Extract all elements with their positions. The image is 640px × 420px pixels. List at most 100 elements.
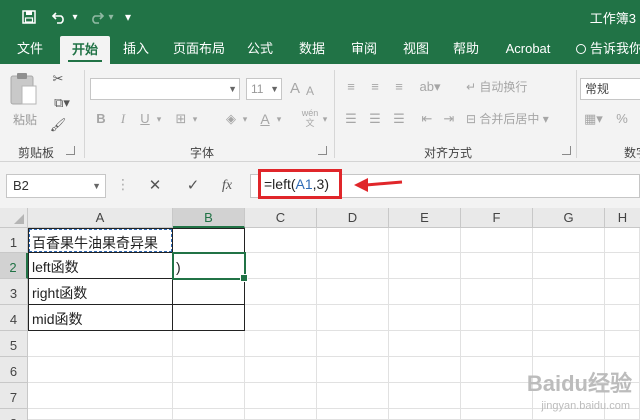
insert-function-icon[interactable]: fx	[216, 176, 238, 196]
fill-color-icon[interactable]: ◈	[222, 110, 240, 128]
tab-help[interactable]: 帮助	[446, 34, 486, 64]
tell-me-search[interactable]: 告诉我你	[576, 34, 640, 64]
cell-d1[interactable]	[317, 228, 389, 253]
column-header-b[interactable]: B	[173, 208, 245, 228]
column-header-g[interactable]: G	[533, 208, 605, 228]
cell-e2[interactable]	[389, 253, 461, 279]
save-icon[interactable]	[18, 6, 40, 28]
cell-b4[interactable]	[173, 305, 245, 331]
cell-f1[interactable]	[461, 228, 533, 253]
cell-e6[interactable]	[389, 357, 461, 383]
tab-review[interactable]: 审阅	[344, 34, 384, 64]
column-header-d[interactable]: D	[317, 208, 389, 228]
cell-b7[interactable]	[173, 383, 245, 409]
cell-b3[interactable]	[173, 279, 245, 305]
column-header-h[interactable]: H	[605, 208, 640, 228]
cell-a5[interactable]	[28, 331, 173, 357]
cell-d2[interactable]	[317, 253, 389, 279]
align-middle-icon[interactable]: ≡	[366, 78, 384, 96]
cell-c8[interactable]	[245, 409, 317, 420]
row-header-1[interactable]: 1	[0, 228, 28, 253]
cell-g1[interactable]	[533, 228, 605, 253]
phonetic-guide-icon[interactable]: wén 文	[300, 108, 320, 128]
tab-page-layout[interactable]: 页面布局	[168, 34, 230, 64]
copy-icon[interactable]: ⧉▾	[48, 94, 76, 112]
row-header-5[interactable]: 5	[0, 331, 28, 357]
cell-h4[interactable]	[605, 305, 640, 331]
align-left-icon[interactable]: ☰	[342, 110, 360, 128]
font-color-icon[interactable]: A	[258, 110, 272, 128]
cell-c4[interactable]	[245, 305, 317, 331]
italic-button[interactable]: I	[116, 110, 130, 128]
cell-b6[interactable]	[173, 357, 245, 383]
row-header-2[interactable]: 2	[0, 253, 28, 279]
cell-f6[interactable]	[461, 357, 533, 383]
cell-a6[interactable]	[28, 357, 173, 383]
number-format-select[interactable]: 常规	[580, 78, 640, 100]
cell-h5[interactable]	[605, 331, 640, 357]
font-launcher-icon[interactable]	[318, 146, 327, 155]
cell-e3[interactable]	[389, 279, 461, 305]
chevron-down-icon[interactable]: ▾	[274, 110, 284, 128]
tab-acrobat[interactable]: Acrobat	[498, 34, 558, 64]
cell-e1[interactable]	[389, 228, 461, 253]
undo-dropdown-icon[interactable]: ▾	[70, 6, 80, 28]
cancel-entry-icon[interactable]: ✕	[144, 176, 166, 196]
cell-g5[interactable]	[533, 331, 605, 357]
cell-b8[interactable]	[173, 409, 245, 420]
font-name-select[interactable]: ▼	[90, 78, 240, 100]
cell-h2[interactable]	[605, 253, 640, 279]
chevron-down-icon[interactable]: ▾	[240, 110, 250, 128]
cell-c2[interactable]	[245, 253, 317, 279]
cell-a8[interactable]	[28, 409, 173, 420]
cell-d6[interactable]	[317, 357, 389, 383]
confirm-entry-icon[interactable]: ✓	[182, 176, 204, 196]
column-header-f[interactable]: F	[461, 208, 533, 228]
row-header-4[interactable]: 4	[0, 305, 28, 331]
cell-b1[interactable]	[173, 228, 245, 253]
cell-f4[interactable]	[461, 305, 533, 331]
cell-g4[interactable]	[533, 305, 605, 331]
undo-icon[interactable]	[48, 6, 70, 28]
cell-e7[interactable]	[389, 383, 461, 409]
accounting-format-icon[interactable]: ▦▾	[584, 110, 603, 128]
cell-d4[interactable]	[317, 305, 389, 331]
select-all-button[interactable]	[0, 208, 28, 228]
bold-button[interactable]: B	[94, 110, 108, 128]
cell-a3[interactable]: right函数	[28, 279, 173, 305]
cell-a4[interactable]: mid函数	[28, 305, 173, 331]
align-right-icon[interactable]: ☰	[390, 110, 408, 128]
cell-d3[interactable]	[317, 279, 389, 305]
column-header-a[interactable]: A	[28, 208, 173, 228]
underline-button[interactable]: U	[138, 110, 152, 128]
cell-a7[interactable]	[28, 383, 173, 409]
decrease-indent-icon[interactable]: ⇤	[418, 110, 436, 128]
row-header-3[interactable]: 3	[0, 279, 28, 305]
cell-b2[interactable]: )	[173, 253, 245, 279]
percent-icon[interactable]: %	[614, 110, 630, 128]
cell-g2[interactable]	[533, 253, 605, 279]
cell-c3[interactable]	[245, 279, 317, 305]
format-painter-icon[interactable]: 🖌	[48, 116, 68, 134]
cell-h3[interactable]	[605, 279, 640, 305]
cell-f7[interactable]	[461, 383, 533, 409]
cell-a2[interactable]: left函数	[28, 253, 173, 279]
cell-f5[interactable]	[461, 331, 533, 357]
paste-button[interactable]: 粘贴	[8, 72, 42, 132]
tab-file[interactable]: 文件	[8, 34, 52, 64]
cell-c6[interactable]	[245, 357, 317, 383]
redo-icon[interactable]	[86, 6, 108, 28]
column-header-e[interactable]: E	[389, 208, 461, 228]
row-header-7[interactable]: 7	[0, 383, 28, 409]
cell-d7[interactable]	[317, 383, 389, 409]
merge-center-button[interactable]: ⊟ 合并后居中 ▾	[466, 110, 572, 128]
cell-g3[interactable]	[533, 279, 605, 305]
align-bottom-icon[interactable]: ≡	[390, 78, 408, 96]
redo-dropdown-icon[interactable]: ▾	[106, 6, 116, 28]
chevron-down-icon[interactable]: ▾	[320, 110, 330, 128]
formula-bar-grip[interactable]: ⋮	[116, 176, 130, 196]
chevron-down-icon[interactable]: ▾	[190, 110, 200, 128]
align-center-icon[interactable]: ☰	[366, 110, 384, 128]
borders-icon[interactable]: ⊞	[172, 110, 190, 128]
cell-a1[interactable]: 百香果牛油果奇异果	[28, 228, 173, 253]
